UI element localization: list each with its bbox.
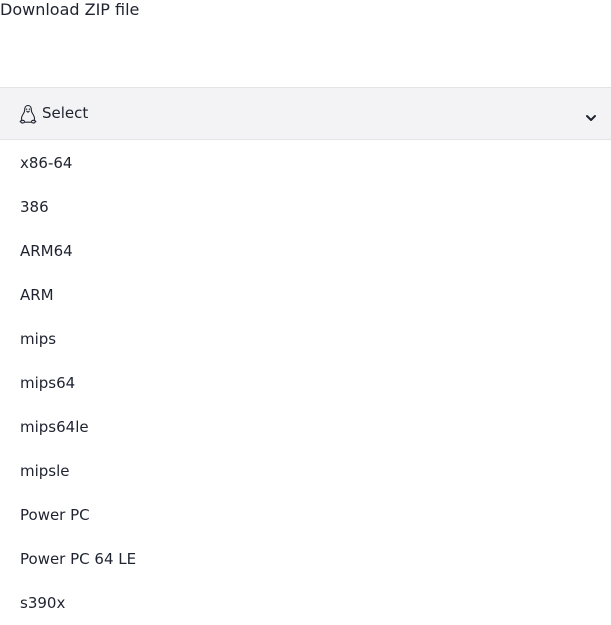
option-arm[interactable]: ARM <box>0 273 611 317</box>
option-arm64[interactable]: ARM64 <box>0 229 611 273</box>
option-s390x[interactable]: s390x <box>0 581 611 625</box>
option-power-pc[interactable]: Power PC <box>0 493 611 537</box>
option-mips64[interactable]: mips64 <box>0 361 611 405</box>
chevron-down-icon <box>585 108 597 121</box>
option-mips[interactable]: mips <box>0 317 611 361</box>
architecture-select[interactable]: Select <box>0 87 611 140</box>
download-zip-link[interactable]: Download ZIP file <box>0 0 139 22</box>
select-label: Select <box>42 104 89 122</box>
option-power-pc-64-le[interactable]: Power PC 64 LE <box>0 537 611 581</box>
option-mipsle[interactable]: mipsle <box>0 449 611 493</box>
option-x86-64[interactable]: x86-64 <box>0 141 611 185</box>
linux-tux-icon <box>19 104 37 124</box>
option-mips64le[interactable]: mips64le <box>0 405 611 449</box>
option-386[interactable]: 386 <box>0 185 611 229</box>
architecture-options-list: x86-64 386 ARM64 ARM mips mips64 mips64l… <box>0 141 611 625</box>
